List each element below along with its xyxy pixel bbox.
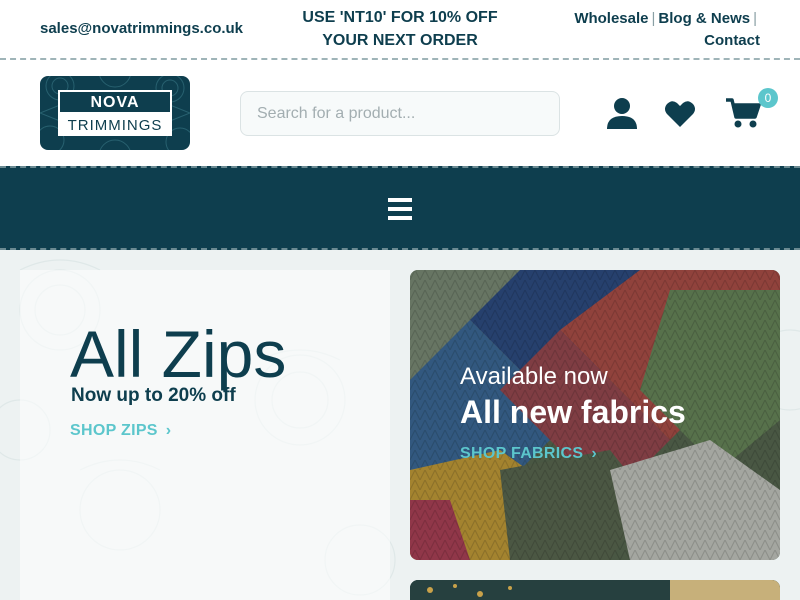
contact-link[interactable]: Contact xyxy=(704,32,760,49)
hamburger-icon[interactable] xyxy=(388,198,412,220)
logo-wordmark: NOVA TRIMMINGS xyxy=(58,90,172,138)
promo-line-1: USE 'NT10' FOR 10% OFF xyxy=(302,9,498,26)
promo-image xyxy=(410,580,780,600)
link-separator: | xyxy=(651,10,656,27)
shop-zips-label: SHOP ZIPS xyxy=(70,422,158,439)
search-input[interactable] xyxy=(240,91,560,136)
chevron-right-icon: › xyxy=(165,422,172,439)
heart-icon[interactable] xyxy=(664,100,696,128)
wholesale-link[interactable]: Wholesale xyxy=(574,10,648,27)
user-icon[interactable] xyxy=(606,97,638,131)
email-link[interactable]: sales@novatrimmings.co.uk xyxy=(40,20,243,37)
link-separator: | xyxy=(753,10,757,27)
main-nav-bar xyxy=(0,166,800,250)
shop-fabrics-link[interactable]: SHOP FABRICS › xyxy=(460,445,597,463)
top-links: Wholesale | Blog & News | Contact xyxy=(574,8,760,52)
promo-line-2: YOUR NEXT ORDER xyxy=(322,32,478,49)
top-bar: sales@novatrimmings.co.uk USE 'NT10' FOR… xyxy=(0,0,800,60)
zips-promo-title: All Zips xyxy=(70,317,287,391)
cart-count-badge: 0 xyxy=(758,88,778,108)
blog-news-link[interactable]: Blog & News xyxy=(658,10,750,27)
promo-banner: USE 'NT10' FOR 10% OFF YOUR NEXT ORDER xyxy=(250,6,550,52)
site-header: NOVA TRIMMINGS 0 xyxy=(0,60,800,166)
logo-line-1: NOVA xyxy=(58,90,172,112)
next-promo-card[interactable] xyxy=(410,580,780,600)
fabrics-promo-pretitle: Available now xyxy=(460,363,608,390)
cart-icon[interactable] xyxy=(725,97,761,129)
shop-fabrics-label: SHOP FABRICS xyxy=(460,445,584,462)
logo-line-2: TRIMMINGS xyxy=(58,112,172,136)
shop-zips-link[interactable]: SHOP ZIPS › xyxy=(70,422,171,440)
fabrics-promo-title: All new fabrics xyxy=(460,394,686,430)
site-logo[interactable]: NOVA TRIMMINGS xyxy=(40,76,190,150)
zips-promo-subtitle: Now up to 20% off xyxy=(71,385,236,406)
chevron-right-icon: › xyxy=(591,445,597,462)
